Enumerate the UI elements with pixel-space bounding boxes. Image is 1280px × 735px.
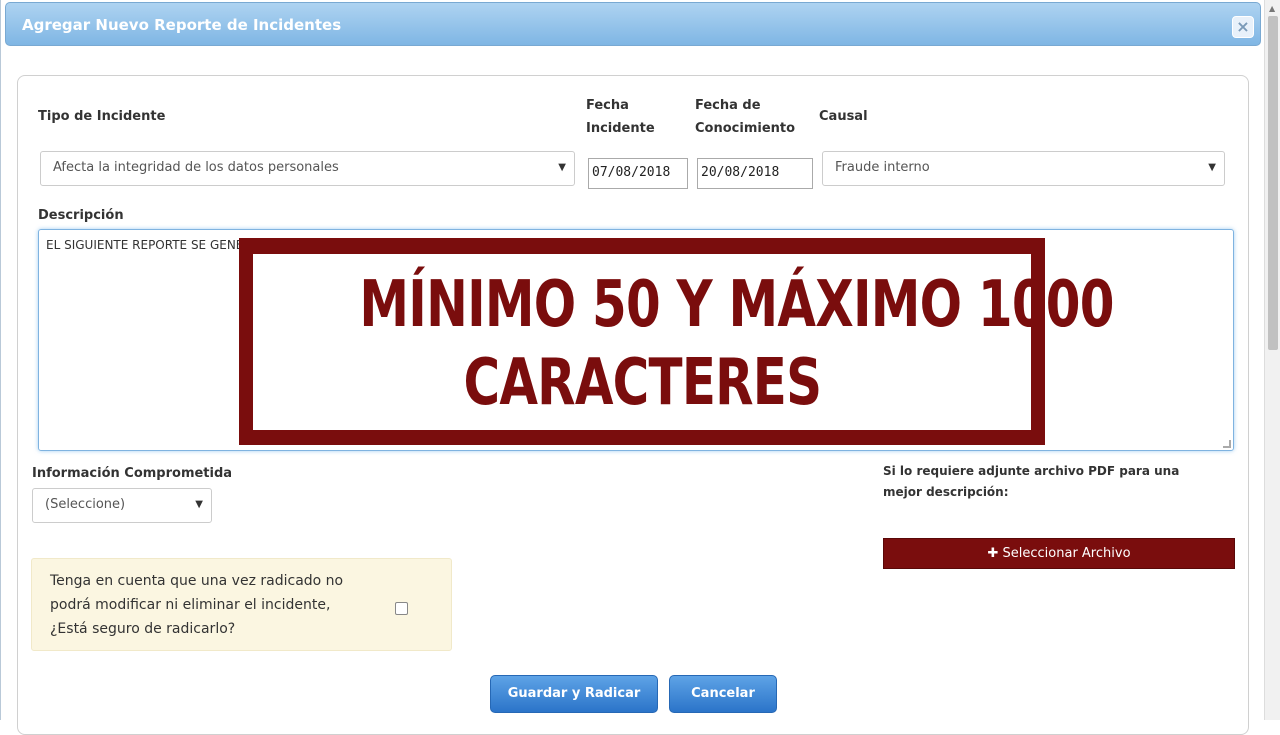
cancel-button[interactable]: Cancelar xyxy=(669,675,777,713)
fecha-incidente-input[interactable]: 07/08/2018 xyxy=(588,158,688,189)
fecha-incidente-label-1: Fecha xyxy=(586,98,629,113)
char-limit-banner: MÍNIMO 50 Y MÁXIMO 1000 CARACTERES xyxy=(239,238,1114,445)
save-submit-button[interactable]: Guardar y Radicar xyxy=(490,675,658,713)
causal-select[interactable]: Fraude interno ▼ xyxy=(822,151,1225,186)
info-comprometida-value: (Seleccione) xyxy=(45,497,126,512)
char-limit-banner-inner: MÍNIMO 50 Y MÁXIMO 1000 CARACTERES xyxy=(253,254,1114,430)
select-file-label: Seleccionar Archivo xyxy=(1002,546,1131,561)
tipo-incidente-label: Tipo de Incidente xyxy=(38,109,166,124)
scroll-up-icon[interactable]: ▲ xyxy=(1269,4,1275,13)
banner-line-2: CARACTERES xyxy=(463,346,822,420)
dialog-title: Agregar Nuevo Reporte de Incidentes xyxy=(22,16,342,34)
chevron-down-icon: ▼ xyxy=(195,499,203,510)
fecha-conocimiento-label-2: Conocimiento xyxy=(695,121,796,136)
confirm-warning-box: Tenga en cuenta que una vez radicado no … xyxy=(31,558,452,651)
info-comprometida-select[interactable]: (Seleccione) ▼ xyxy=(32,488,212,523)
chevron-down-icon: ▼ xyxy=(1208,162,1216,173)
fecha-incidente-label-2: Incidente xyxy=(586,121,655,136)
tipo-incidente-select[interactable]: Afecta la integridad de los datos person… xyxy=(40,151,575,186)
select-file-button[interactable]: ✚ Seleccionar Archivo xyxy=(883,538,1235,569)
causal-label: Causal xyxy=(819,109,868,124)
info-comprometida-label: Información Comprometida xyxy=(32,466,233,481)
chevron-down-icon: ▼ xyxy=(558,162,566,173)
vertical-scrollbar[interactable]: ▲ xyxy=(1264,0,1280,720)
tipo-incidente-value: Afecta la integridad de los datos person… xyxy=(53,160,339,175)
banner-line-1: MÍNIMO 50 Y MÁXIMO 1000 xyxy=(359,268,1114,342)
scrollbar-thumb[interactable] xyxy=(1268,16,1278,350)
dialog-titlebar: Agregar Nuevo Reporte de Incidentes × xyxy=(5,2,1261,46)
close-icon[interactable]: × xyxy=(1232,16,1254,38)
incident-report-dialog: Agregar Nuevo Reporte de Incidentes × Ti… xyxy=(0,0,1264,735)
descripcion-text: EL SIGUIENTE REPORTE SE GENE xyxy=(46,238,244,252)
plus-icon: ✚ xyxy=(987,546,999,561)
pdf-hint-text: Si lo requiere adjunte archivo PDF para … xyxy=(883,464,1180,499)
warning-text: Tenga en cuenta que una vez radicado no … xyxy=(50,573,344,637)
descripcion-label: Descripción xyxy=(38,208,124,223)
fecha-conocimiento-input[interactable]: 20/08/2018 xyxy=(697,158,813,189)
confirm-checkbox[interactable] xyxy=(395,602,408,615)
causal-value: Fraude interno xyxy=(835,160,930,175)
resize-handle-icon[interactable] xyxy=(1223,440,1231,448)
fecha-conocimiento-label-1: Fecha de xyxy=(695,98,761,113)
